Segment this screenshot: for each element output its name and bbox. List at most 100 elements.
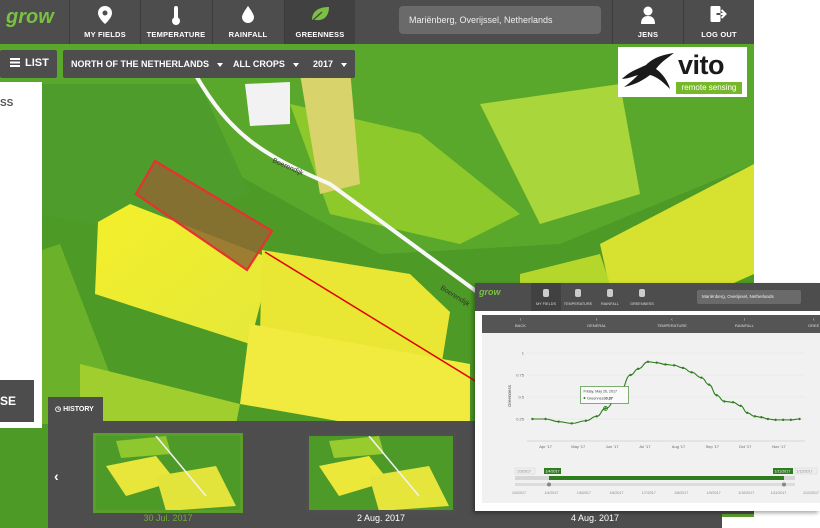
nav-my-fields-label: MY FIELDS	[84, 30, 126, 39]
navigator-start-label: 1/3/2017	[517, 470, 531, 474]
navigator-handle-right[interactable]	[782, 482, 786, 487]
history-thumbnail-date: 30 Jul. 2017	[143, 513, 193, 523]
greenness-series-line	[532, 361, 800, 424]
crops-dropdown-value: ALL CROPS	[233, 59, 285, 69]
greenness-line-chart: 0.25 0.5 0.75 1 Apr '17 May '17 Jun '17 Jul '1…	[507, 351, 819, 496]
nav-temperature[interactable]: TEMPERATURE	[140, 0, 211, 44]
location-search-input[interactable]: Mariënberg, Overijssel, Netherlands	[399, 6, 601, 34]
history-thumbnail-partial[interactable]	[722, 514, 754, 528]
navigator-handle-left[interactable]	[547, 482, 551, 487]
chart-gridlines	[527, 352, 805, 442]
logout-button[interactable]: LOG OUT	[683, 0, 754, 44]
panel-action-label: SE	[0, 394, 17, 408]
x-tick-label: Jul '17	[639, 444, 651, 449]
x-tick-label: Sep '17	[706, 444, 720, 449]
logout-label: LOG OUT	[701, 30, 737, 39]
navigator-label-left: 1/4/2017	[546, 470, 560, 474]
user-menu[interactable]: JENS	[612, 0, 683, 44]
chevron-down-icon	[217, 62, 223, 67]
navigator-date-label: 1/8/2017	[674, 491, 688, 495]
data-point	[707, 383, 711, 386]
year-dropdown-value: 2017	[313, 59, 334, 69]
navigator-date-label: 1/7/2017	[642, 491, 656, 495]
app-logo-wordmark: grow	[6, 6, 54, 28]
vito-animal-icon	[622, 53, 674, 89]
data-point	[753, 415, 757, 418]
navigator-date-label: 1/11/2017	[771, 491, 787, 495]
tooltip-series-name: Greenness	[587, 396, 606, 400]
data-point	[774, 418, 777, 422]
navigator-end-label: 1/12/2017	[797, 470, 813, 474]
chart-y-axis: 0.25 0.5 0.75 1	[516, 351, 525, 422]
x-tick-label: Jun '17	[606, 444, 620, 449]
data-point	[760, 416, 763, 419]
tooltip-value: 0.37	[605, 396, 612, 400]
navigator-date-label: 1/9/2017	[707, 491, 721, 495]
tooltip-series-marker	[583, 396, 586, 399]
panel-action-button[interactable]: SE	[0, 380, 34, 422]
navigator-date-label: 1/4/2017	[544, 491, 558, 495]
navigator-date-label: 1/5/2017	[577, 491, 591, 495]
navigator-scrollbar[interactable]	[515, 483, 795, 486]
nav-rainfall[interactable]: RAINFALL	[212, 0, 283, 44]
history-thumbnail-date: 4 Aug. 2017	[570, 513, 620, 523]
field-details-panel: SS	[0, 82, 42, 428]
thumbnail-map-image	[96, 436, 240, 510]
data-point	[681, 366, 685, 370]
top-navigation-bar: grow MY FIELDS TEMPERATURE RAINFALL GREE…	[0, 0, 754, 44]
x-tick-label: Apr '17	[539, 444, 552, 449]
chart-range-navigator[interactable]: 1/4/2017 1/11/2017 1/3/2017 1/12/2017 1/…	[512, 467, 819, 495]
list-view-button[interactable]: LIST	[0, 50, 57, 78]
navigator-selected-range[interactable]	[549, 476, 784, 480]
crops-dropdown[interactable]: ALL CROPS	[225, 50, 307, 78]
navigator-date-label: 1/12/2017	[803, 491, 819, 495]
nav-greenness[interactable]: GREENNESS	[284, 0, 355, 44]
data-point	[739, 404, 742, 407]
history-thumbnail[interactable]	[93, 433, 243, 513]
x-tick-label: May '17	[571, 444, 586, 449]
year-dropdown[interactable]: 2017	[305, 50, 356, 78]
data-point	[789, 418, 793, 422]
data-point	[646, 360, 650, 363]
data-point	[766, 417, 770, 421]
data-point	[723, 400, 726, 403]
nav-my-fields[interactable]: MY FIELDS	[69, 0, 140, 44]
chart-x-axis: Apr '17 May '17 Jun '17 Jul '17 Aug '17 Sep '…	[539, 444, 786, 449]
list-icon	[10, 58, 20, 67]
chart-y-axis-title: Greenness	[507, 384, 512, 407]
history-tab[interactable]: ◷ HISTORY	[48, 397, 103, 422]
navigator-date-label: 1/3/2017	[512, 491, 526, 495]
y-tick-label: 0.75	[516, 373, 525, 378]
x-tick-label: Nov '17	[772, 444, 786, 449]
panel-text-fragment: SS	[0, 98, 14, 109]
vito-wordmark: vito	[678, 50, 725, 80]
data-point	[655, 361, 658, 364]
data-point	[700, 376, 703, 379]
history-prev-arrow[interactable]: ‹	[54, 468, 59, 484]
data-point	[604, 407, 607, 410]
x-tick-label: Aug '17	[672, 444, 686, 449]
tooltip-date: Friday, May 26, 2017	[583, 389, 617, 393]
raindrop-icon	[242, 6, 254, 23]
history-thumbnail-date: 2 Aug. 2017	[356, 513, 406, 523]
data-point	[664, 363, 667, 366]
data-point	[781, 418, 785, 422]
user-name-label: JENS	[637, 30, 659, 39]
app-logo[interactable]: grow	[0, 0, 68, 44]
history-label: HISTORY	[63, 406, 94, 413]
data-point	[557, 420, 560, 423]
data-point	[798, 417, 801, 421]
data-point	[584, 419, 588, 422]
y-tick-label: 0.25	[516, 417, 525, 422]
nav-greenness-label: GREENNESS	[295, 30, 345, 39]
chevron-down-icon	[292, 62, 299, 67]
nav-rainfall-label: RAINFALL	[228, 30, 268, 39]
history-thumbnail[interactable]	[306, 433, 456, 513]
data-point	[715, 394, 718, 397]
clock-icon: ◷	[55, 406, 62, 413]
chart-tooltip: Friday, May 26, 2017 Greenness 0.37	[580, 386, 629, 404]
logout-icon	[710, 6, 727, 22]
data-point	[672, 364, 676, 367]
region-dropdown[interactable]: NORTH OF THE NETHERLANDS	[63, 50, 231, 78]
greenness-chart-inset: grow MY FIELDS TEMPERATURE RAINFALL GREE…	[475, 283, 820, 511]
